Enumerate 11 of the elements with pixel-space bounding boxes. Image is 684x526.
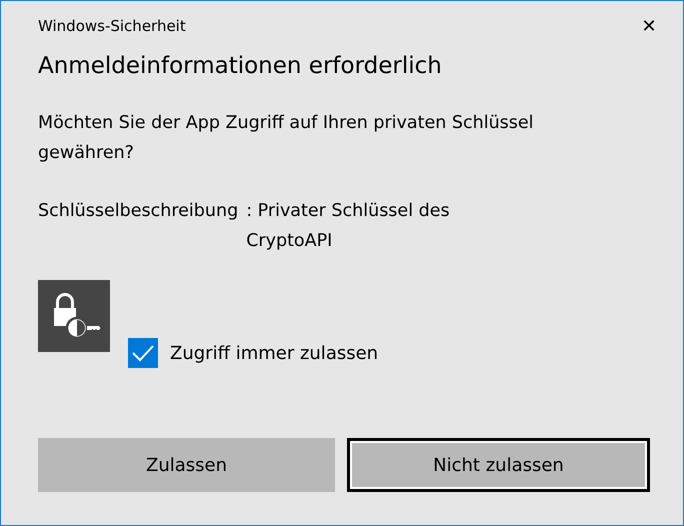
window-title: Windows-Sicherheit [38, 17, 186, 35]
description-label: Schlüsselbeschreibung [38, 200, 238, 223]
dialog-button[interactable]: Nicht zulassen [347, 438, 650, 492]
dialog-heading: Anmeldeinformationen erforderlich [38, 53, 443, 79]
close-button[interactable]: ✕ [626, 6, 672, 46]
checkbox[interactable] [128, 338, 158, 368]
lock-key-icon [38, 280, 110, 352]
message-text: Möchten Sie der App Zugriff auf Ihren privaten Schlüssel gewähren? [38, 112, 535, 165]
dialog-button[interactable]: Zulassen [38, 438, 335, 492]
description-value: : Privater Schlüssel des CryptoAPI [246, 200, 451, 253]
always-allow-checkbox[interactable]: Zugriff immer zulassen [128, 338, 378, 368]
